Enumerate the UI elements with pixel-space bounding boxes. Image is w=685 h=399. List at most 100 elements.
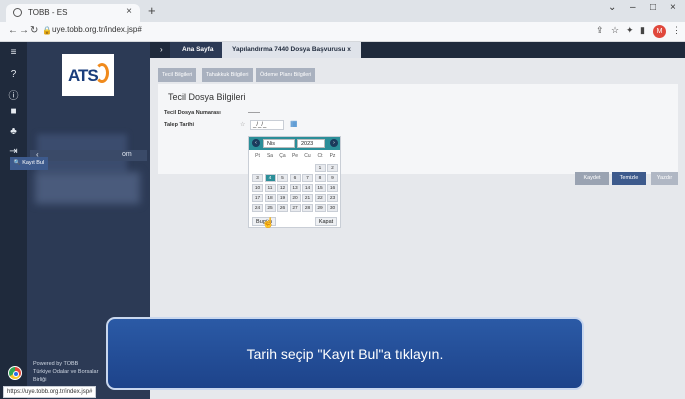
extensions-icon[interactable]: ✦ xyxy=(626,25,634,36)
day-cell[interactable]: 7 xyxy=(302,174,313,182)
share-icon[interactable]: ⇪ xyxy=(596,25,604,36)
day-cell[interactable]: 9 xyxy=(327,174,338,182)
month-select[interactable]: Nis xyxy=(263,139,295,148)
day-cell[interactable]: 29 xyxy=(314,204,326,212)
day-cell[interactable]: 18 xyxy=(264,194,276,202)
day-cell[interactable]: 26 xyxy=(277,204,288,212)
star-icon[interactable]: ☆ xyxy=(611,25,619,36)
browser-tab[interactable]: TOBB - ES × xyxy=(6,4,140,22)
hand-cursor-icon: ☝ xyxy=(262,218,275,229)
day-cell[interactable]: 10 xyxy=(252,184,263,192)
kayit-bul-label: Kayıt Bul xyxy=(22,160,45,166)
calendar-icon[interactable]: ▦ xyxy=(290,119,298,128)
day-cell[interactable]: 1 xyxy=(314,164,326,172)
year-select[interactable]: 2023 xyxy=(297,139,325,148)
day-cell[interactable]: 15 xyxy=(314,184,326,192)
day-cell[interactable]: 19 xyxy=(277,194,288,202)
day-cell[interactable]: 14 xyxy=(302,184,313,192)
url-field[interactable]: uye.tobb.org.tr/index.jsp# xyxy=(52,25,142,34)
empty-day-cell xyxy=(277,164,288,172)
status-bar: https://uye.tobb.org.tr/index.jsp# xyxy=(3,386,97,398)
day-cell[interactable]: 5 xyxy=(277,174,288,182)
talep-tarihi-input[interactable]: _/_/_ xyxy=(250,120,284,130)
tab-form-close-icon[interactable]: x xyxy=(347,46,351,53)
day-cell[interactable]: 8 xyxy=(314,174,326,182)
day-cell[interactable]: 13 xyxy=(289,184,301,192)
powered-by: Powered by TOBB Türkiye Odalar ve Borsal… xyxy=(33,360,98,384)
instruction-overlay: Tarih seçip "Kayıt Bul"a tıklayın. xyxy=(106,317,584,390)
kayit-bul-button[interactable]: 🔍 Kayıt Bul xyxy=(10,157,48,170)
yazdir-label: Yazdır xyxy=(656,175,673,181)
search-card xyxy=(158,154,678,174)
sidepanel-icon[interactable]: ▮ xyxy=(640,25,645,36)
day-cell[interactable]: 2 xyxy=(327,164,338,172)
card-title: Tecil Dosya Bilgileri xyxy=(168,92,246,102)
day-cell[interactable]: 11 xyxy=(264,184,276,192)
day-cell[interactable]: 20 xyxy=(289,194,301,202)
forward-icon[interactable]: → xyxy=(19,25,29,36)
temizle-button[interactable]: Temizle xyxy=(612,172,646,185)
globe-icon xyxy=(13,8,22,17)
bell-icon[interactable]: ♣ xyxy=(0,126,27,137)
day-cell[interactable]: 16 xyxy=(327,184,338,192)
day-cell[interactable]: 28 xyxy=(302,204,313,212)
logo-text: ATS xyxy=(68,66,99,85)
empty-day-cell xyxy=(252,164,263,172)
menu-dots-icon[interactable]: ⋮ xyxy=(672,25,681,36)
powered-line-3: Birliği xyxy=(33,377,47,383)
close-window-button[interactable]: × xyxy=(670,2,676,13)
empty-day-cell xyxy=(265,164,276,172)
step-tab-2[interactable]: Tahakkuk Bilgileri xyxy=(202,68,253,82)
kaydet-button[interactable]: Kaydet xyxy=(575,172,609,185)
day-cell[interactable]: 23 xyxy=(327,194,338,202)
dosya-no-label: Tecil Dosya Numarası xyxy=(164,110,221,116)
weekday-header: Pz xyxy=(329,153,336,159)
lock-menu-icon[interactable]: ■ xyxy=(0,106,27,117)
weekday-header: Ct xyxy=(317,153,323,159)
powered-line-1: Powered by TOBB xyxy=(33,361,79,367)
maximize-button[interactable]: □ xyxy=(650,2,656,13)
close-calendar-button[interactable]: Kapat xyxy=(315,217,337,226)
day-cell[interactable]: 25 xyxy=(264,204,276,212)
next-month-icon[interactable]: › xyxy=(330,139,338,147)
day-cell[interactable]: 17 xyxy=(252,194,263,202)
powered-line-2: Türkiye Odalar ve Borsalar xyxy=(33,369,99,375)
info-icon[interactable]: ⓘ xyxy=(0,87,27,102)
icon-bar: ≡ ? ⓘ ■ ♣ ⇥ xyxy=(0,42,27,399)
minimize-button[interactable]: – xyxy=(630,2,636,13)
lock-icon[interactable]: 🔒 xyxy=(42,26,52,35)
logout-icon[interactable]: ⇥ xyxy=(0,146,27,157)
day-cell[interactable]: 21 xyxy=(302,194,313,202)
weekday-header: Cu xyxy=(304,153,311,159)
day-cell[interactable]: 12 xyxy=(277,184,288,192)
hamburger-menu-icon[interactable]: ≡ xyxy=(0,47,27,58)
reload-icon[interactable]: ↻ xyxy=(30,25,38,36)
empty-day-cell xyxy=(290,164,301,172)
tab-home[interactable]: Ana Sayfa xyxy=(170,42,226,58)
step-tab-3[interactable]: Ödeme Planı Bilgileri xyxy=(256,68,316,82)
day-cell[interactable]: 24 xyxy=(252,204,263,212)
prev-month-icon[interactable]: ‹ xyxy=(252,139,260,147)
day-cell[interactable]: 6 xyxy=(289,174,301,182)
tab-form[interactable]: Yapılandırma 7440 Dosya Başvurusu x xyxy=(222,42,361,58)
back-icon[interactable]: ← xyxy=(8,25,18,36)
kaydet-label: Kaydet xyxy=(583,175,601,181)
new-tab-button[interactable]: + xyxy=(148,3,156,18)
datepicker: ‹ Nis 2023 › Pt Sa Ça Pe Cu Ct Pz 1 2 3 4 5 6 7 8 9 10 11… xyxy=(248,136,341,228)
help-icon[interactable]: ? xyxy=(0,69,27,80)
yazdir-button[interactable]: Yazdır xyxy=(651,172,678,185)
required-icon: ☆ xyxy=(240,122,246,128)
profile-avatar[interactable]: M xyxy=(653,25,666,38)
day-cell[interactable]: 3 xyxy=(252,174,263,182)
address-bar: ← → ↻ 🔒 uye.tobb.org.tr/index.jsp# ⇪ ☆ ✦… xyxy=(0,22,685,42)
day-cell[interactable]: 4 xyxy=(264,174,276,182)
weekday-header: Pe xyxy=(291,153,299,159)
tab-close-icon[interactable]: × xyxy=(126,6,132,17)
step-tab-1[interactable]: Tecil Bilgileri xyxy=(158,68,197,82)
app-topbar: › Ana Sayfa Yapılandırma 7440 Dosya Başv… xyxy=(150,42,685,58)
chevron-right-icon[interactable]: › xyxy=(160,45,163,54)
day-cell[interactable]: 27 xyxy=(289,204,301,212)
chevron-down-icon[interactable]: ⌄ xyxy=(608,2,616,13)
day-cell[interactable]: 30 xyxy=(327,204,338,212)
day-cell[interactable]: 22 xyxy=(314,194,326,202)
